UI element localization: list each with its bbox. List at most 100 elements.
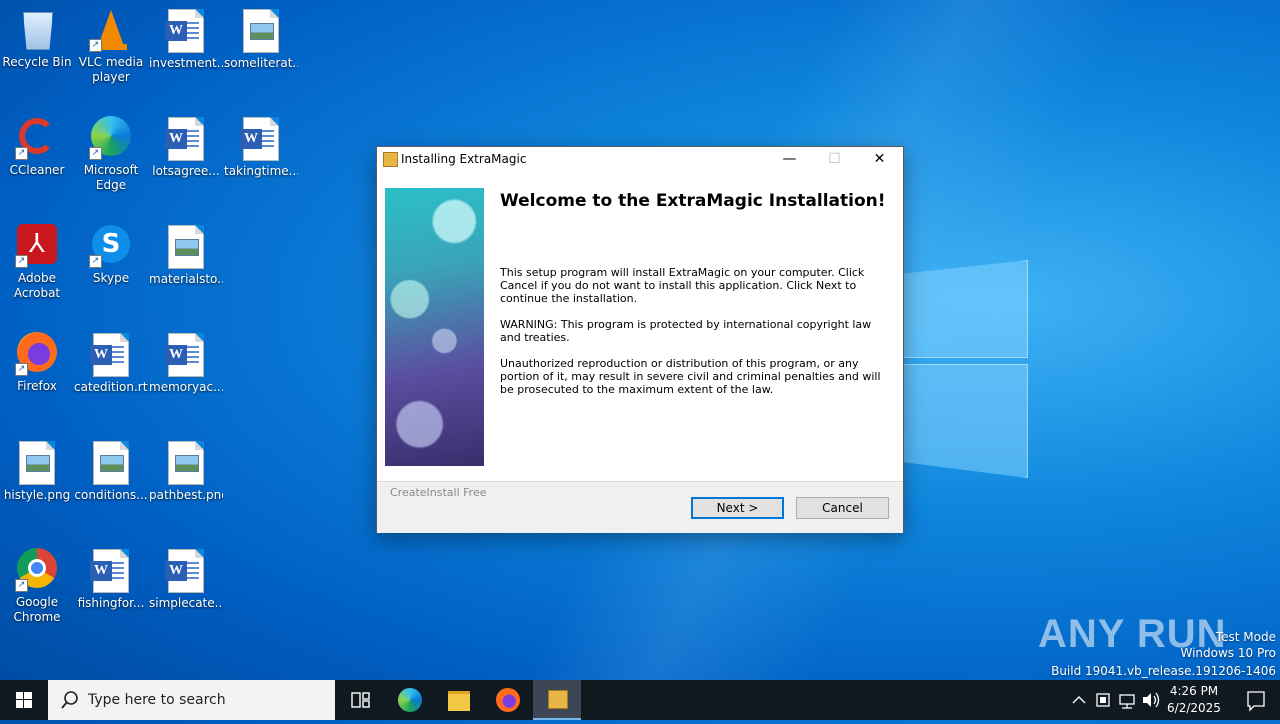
start-button[interactable] (0, 680, 48, 720)
acrobat-icon: ⅄ ↗ (15, 224, 59, 268)
desktop-icon-ccleaner[interactable]: ↗ CCleaner (0, 116, 74, 178)
desktop-icon-histyle[interactable]: histyle.png (0, 440, 74, 503)
chrome-icon: ↗ (15, 548, 59, 592)
cancel-button[interactable]: Cancel (796, 497, 889, 519)
desktop-icon-edge[interactable]: ↗ Microsoft Edge (74, 116, 148, 193)
desktop-icon-label: histyle.png (3, 488, 71, 502)
windows-start-icon (16, 692, 32, 708)
taskbar-firefox[interactable] (484, 680, 532, 720)
shortcut-arrow-icon: ↗ (15, 363, 28, 376)
shortcut-arrow-icon: ↗ (89, 147, 102, 160)
desktop-icon-someliterat[interactable]: someliterat... (224, 8, 298, 71)
legal-text: Unauthorized reproduction or distributio… (500, 357, 881, 396)
desktop-icon-materialsto[interactable]: materialsto... (149, 224, 223, 287)
word-document-icon: W (240, 117, 279, 161)
desktop-icon-recycle-bin[interactable]: Recycle Bin (0, 8, 74, 70)
desktop-icon-takingtime[interactable]: W takingtime... (224, 116, 298, 179)
maximize-button: ☐ (828, 151, 841, 167)
word-document-icon: W (165, 549, 204, 593)
title-bar[interactable]: Installing ExtraMagic — ☐ ✕ (377, 147, 903, 171)
word-document-icon: W (165, 333, 204, 377)
test-mode-text: Test Mode (1215, 630, 1276, 644)
task-view-icon (351, 692, 370, 708)
tray-device-icon[interactable] (1092, 680, 1114, 720)
warning-text: WARNING: This program is protected by in… (500, 318, 872, 344)
installer-banner-image (385, 188, 484, 466)
desktop-icon-label: CCleaner (9, 163, 65, 177)
close-button[interactable]: ✕ (857, 147, 902, 171)
image-file-icon (168, 225, 204, 269)
desktop-icon-skype[interactable]: S ↗ Skype (74, 224, 148, 286)
desktop-icon-label: pathbest.png (149, 488, 223, 502)
desktop-icon-label: materialsto... (149, 272, 223, 286)
firefox-icon (496, 688, 520, 712)
windows-logo-wallpaper (902, 240, 1030, 480)
welcome-heading: Welcome to the ExtraMagic Installation! (500, 191, 886, 211)
createinstall-brand: CreateInstall Free (390, 486, 487, 499)
desktop-icon-fishingfor[interactable]: W fishingfor... (74, 548, 148, 611)
device-icon (1096, 693, 1110, 707)
desktop-icon-label: simplecate... (149, 596, 223, 610)
taskbar: Type here to search 4:26 PM 6/2/2025 (0, 680, 1280, 720)
desktop-icon-label: Adobe Acrobat (13, 271, 61, 300)
taskbar-clock[interactable]: 4:26 PM 6/2/2025 (1158, 683, 1230, 717)
desktop-icon-label: conditions... (74, 488, 148, 502)
vlc-cone-icon: ↗ (89, 8, 133, 52)
image-file-icon (19, 441, 55, 485)
image-file-icon (93, 441, 129, 485)
shortcut-arrow-icon: ↗ (15, 255, 28, 268)
image-file-icon (168, 441, 204, 485)
desktop-icon-simplecate[interactable]: W simplecate... (149, 548, 223, 611)
action-center-button[interactable] (1232, 680, 1280, 720)
minimize-button[interactable]: — (767, 147, 812, 171)
recycle-bin-icon (15, 8, 59, 52)
taskbar-edge[interactable] (386, 680, 434, 720)
desktop-icon-label: someliterat... (224, 56, 298, 70)
word-document-icon: W (165, 117, 204, 161)
clock-time: 4:26 PM (1169, 684, 1219, 698)
chevron-up-icon (1072, 696, 1086, 704)
taskbar-file-explorer[interactable] (435, 680, 483, 720)
network-icon (1119, 694, 1135, 709)
word-document-icon: W (165, 9, 204, 53)
desktop-icon-conditions[interactable]: conditions... (74, 440, 148, 503)
image-file-icon (243, 9, 279, 53)
notification-icon (1247, 691, 1265, 712)
installer-app-icon (548, 690, 568, 709)
folder-icon (448, 691, 470, 711)
desktop-icon-lotsagree[interactable]: W lotsagree... (149, 116, 223, 179)
desktop-icon-label: lotsagree... (152, 164, 220, 178)
task-view-button[interactable] (336, 680, 384, 720)
desktop-icon-investment-doc[interactable]: W investment... (149, 8, 223, 71)
installer-window: Installing ExtraMagic — ☐ ✕ Welcome to t… (376, 146, 904, 533)
desktop-icon-label: Firefox (17, 379, 57, 393)
desktop-icon-vlc[interactable]: ↗ VLC media player (74, 8, 148, 85)
word-document-icon: W (90, 549, 129, 593)
windows-edition-text: Windows 10 Pro (1180, 646, 1276, 660)
installer-footer: CreateInstall Free Next > Cancel (377, 481, 903, 533)
desktop-icon-label: takingtime... (224, 164, 298, 178)
firefox-icon: ↗ (15, 332, 59, 376)
word-document-icon: W (90, 333, 129, 377)
desktop-icon-catedition[interactable]: W catedition.rtf (74, 332, 148, 395)
desktop-icon-memoryac[interactable]: W memoryac... (149, 332, 223, 395)
ccleaner-icon: ↗ (15, 116, 59, 160)
desktop-icon-firefox[interactable]: ↗ Firefox (0, 332, 74, 394)
show-hidden-icons-button[interactable] (1068, 680, 1090, 720)
tray-network-icon[interactable] (1116, 680, 1138, 720)
desktop-icon-chrome[interactable]: ↗ Google Chrome (0, 548, 74, 625)
taskbar-search-box[interactable]: Type here to search (48, 680, 335, 720)
taskbar-installer[interactable] (533, 680, 581, 720)
desktop-icon-adobe-acrobat[interactable]: ⅄ ↗ Adobe Acrobat (0, 224, 74, 301)
desktop-icon-label: fishingfor... (77, 596, 145, 610)
desktop-icon-label: VLC media player (78, 55, 144, 84)
skype-icon: S ↗ (89, 224, 133, 268)
window-title: Installing ExtraMagic (401, 152, 527, 166)
desktop-icon-pathbest[interactable]: pathbest.png (149, 440, 223, 503)
shortcut-arrow-icon: ↗ (89, 39, 102, 52)
installer-app-icon (383, 152, 398, 167)
shortcut-arrow-icon: ↗ (89, 255, 102, 268)
intro-text: This setup program will install ExtraMag… (500, 266, 865, 305)
desktop-icon-label: Google Chrome (13, 595, 61, 624)
next-button[interactable]: Next > (691, 497, 784, 519)
